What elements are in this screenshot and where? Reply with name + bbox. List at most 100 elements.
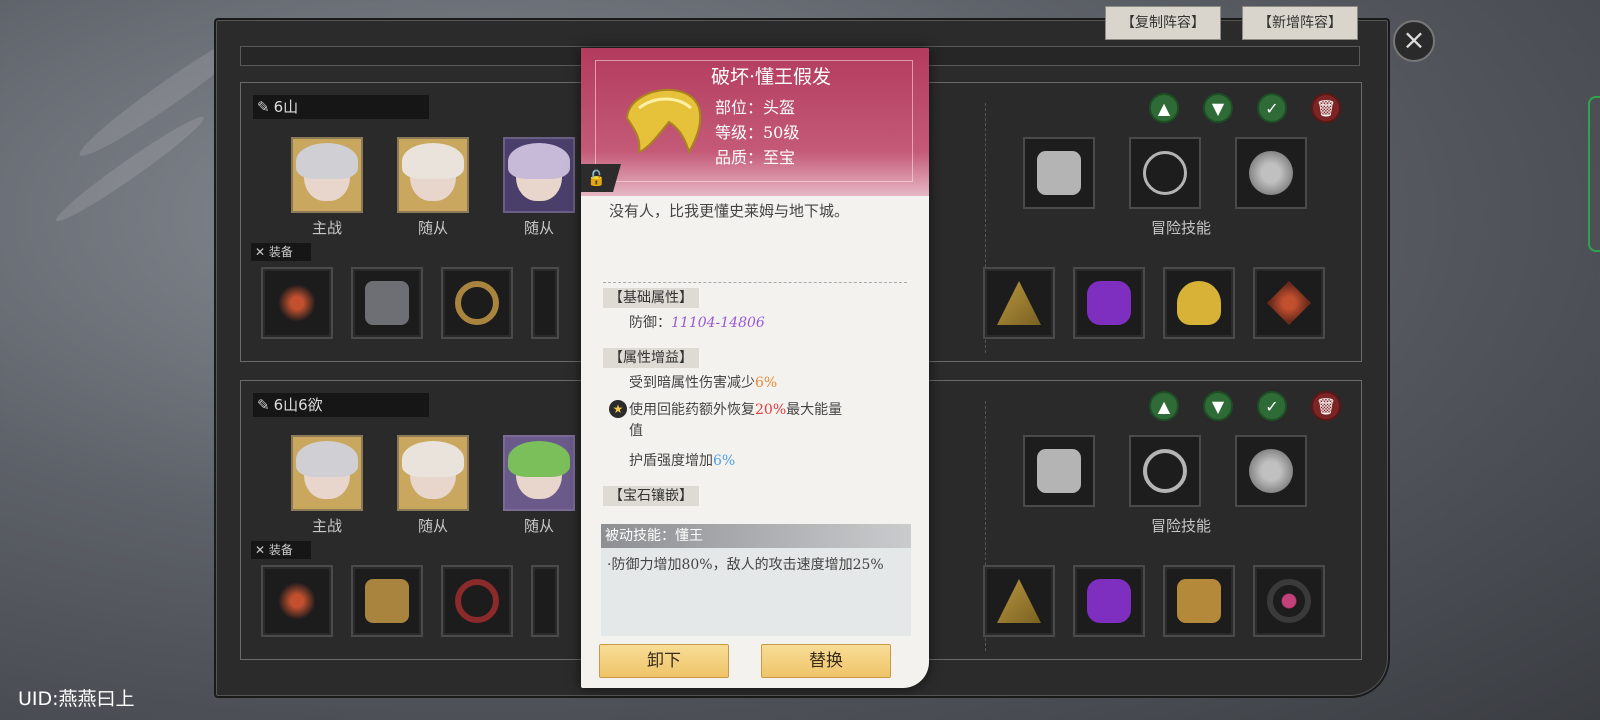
wig-icon bbox=[1177, 281, 1221, 325]
adventure-skill-slot[interactable] bbox=[1235, 435, 1307, 507]
confirm-icon[interactable]: ✓ bbox=[1257, 391, 1287, 421]
copy-lineup-button[interactable]: 【复制阵容】 bbox=[1105, 6, 1221, 40]
equipment-slot[interactable] bbox=[261, 565, 333, 637]
team-name-field[interactable]: ✎ 6山 bbox=[253, 95, 429, 119]
ring-icon bbox=[455, 579, 499, 623]
character-slot-main[interactable] bbox=[291, 435, 363, 511]
character-slot-follower[interactable] bbox=[397, 137, 469, 213]
adventure-skill-slot[interactable] bbox=[1129, 137, 1201, 209]
move-down-icon[interactable]: ▼ bbox=[1203, 391, 1233, 421]
equipment-slot[interactable] bbox=[261, 267, 333, 339]
character-portrait bbox=[402, 143, 464, 201]
passive-skill-box: 被动技能：懂王 ·防御力增加80%，敌人的攻击速度增加25% bbox=[601, 524, 911, 636]
bonus-line: 使用回能药额外恢复20%最大能量 bbox=[629, 399, 899, 419]
equipment-slot[interactable] bbox=[531, 267, 559, 339]
weapon-icon bbox=[275, 579, 319, 623]
team-name-field[interactable]: ✎ 6山6欲 bbox=[253, 393, 429, 417]
equipment-slot[interactable] bbox=[1073, 267, 1145, 339]
adventure-skill-slot[interactable] bbox=[1129, 435, 1201, 507]
equipment-slot[interactable] bbox=[1163, 267, 1235, 339]
character-portrait bbox=[296, 441, 358, 499]
character-role-label: 随从 bbox=[417, 517, 448, 535]
item-slot: 部位：头盔 bbox=[715, 98, 796, 117]
adventure-skill-label: 冒险技能 bbox=[1150, 219, 1211, 237]
bonus-value: 6% bbox=[755, 375, 778, 391]
adventure-skill-slot[interactable] bbox=[1235, 137, 1307, 209]
ring-icon bbox=[455, 281, 499, 325]
equipment-tag: ✕ 装备 bbox=[251, 243, 311, 261]
character-portrait bbox=[402, 441, 464, 499]
equipment-slot[interactable] bbox=[351, 267, 423, 339]
weapon-icon bbox=[275, 281, 319, 325]
item-header: 破坏·懂王假发 部位：头盔 等级：50级 品质：至宝 🔓 bbox=[581, 48, 929, 196]
defense-range: 11104-14806 bbox=[671, 315, 765, 331]
skill-icon bbox=[1143, 151, 1187, 195]
lock-icon[interactable]: 🔓 bbox=[581, 164, 621, 192]
close-icon[interactable]: × bbox=[1393, 20, 1435, 62]
move-down-icon[interactable]: ▼ bbox=[1203, 93, 1233, 123]
wig-icon bbox=[625, 88, 702, 155]
character-slot-follower[interactable] bbox=[503, 137, 575, 213]
move-up-icon[interactable]: ▲ bbox=[1149, 391, 1179, 421]
passive-skill-title: 被动技能：懂王 bbox=[601, 524, 911, 548]
bonus-text: 使用回能药额外恢复 bbox=[629, 402, 755, 418]
character-role-label: 随从 bbox=[417, 219, 448, 237]
bonus-text: 护盾强度增加 bbox=[629, 453, 713, 469]
character-role-label: 随从 bbox=[523, 219, 554, 237]
weapon-icon bbox=[1267, 281, 1311, 325]
team-name: 6山 bbox=[273, 98, 299, 116]
emblem-icon bbox=[997, 281, 1041, 325]
flame-icon bbox=[1249, 151, 1293, 195]
character-portrait bbox=[296, 143, 358, 201]
equipment-slot[interactable] bbox=[351, 565, 423, 637]
equipment-tag-label: 装备 bbox=[268, 543, 293, 557]
user-id-label: UID:燕燕曰上 bbox=[18, 688, 135, 710]
boots-icon bbox=[1177, 579, 1221, 623]
side-panel-edge[interactable] bbox=[1588, 96, 1600, 252]
team-name: 6山6欲 bbox=[273, 396, 323, 414]
character-slot-follower[interactable] bbox=[397, 435, 469, 511]
bonus-value: 20% bbox=[755, 402, 787, 418]
gem-icon bbox=[1087, 579, 1131, 623]
unequip-button[interactable]: 卸下 bbox=[599, 644, 729, 678]
defense-stat: 防御：11104-14806 bbox=[629, 312, 765, 332]
pencil-icon: ✎ bbox=[257, 396, 270, 414]
adventure-skill-slot[interactable] bbox=[1023, 435, 1095, 507]
bonus-line: 护盾强度增加6% bbox=[629, 450, 735, 470]
equipment-slot[interactable] bbox=[531, 565, 559, 637]
delete-icon[interactable]: 🗑 bbox=[1311, 391, 1341, 421]
armor-icon bbox=[365, 579, 409, 623]
item-quality: 品质：至宝 bbox=[715, 148, 796, 167]
equipment-slot[interactable] bbox=[441, 267, 513, 339]
replace-button[interactable]: 替换 bbox=[761, 644, 891, 678]
new-lineup-button[interactable]: 【新增阵容】 bbox=[1242, 6, 1358, 40]
equipment-slot[interactable] bbox=[1073, 565, 1145, 637]
equipment-slot[interactable] bbox=[1253, 267, 1325, 339]
move-up-icon[interactable]: ▲ bbox=[1149, 93, 1179, 123]
item-level: 等级：50级 bbox=[715, 123, 800, 142]
item-detail-popup: 破坏·懂王假发 部位：头盔 等级：50级 品质：至宝 🔓 没有人，比我更懂史莱姆… bbox=[581, 48, 929, 688]
adventure-skill-slot[interactable] bbox=[1023, 137, 1095, 209]
bonus-attributes-heading: 【属性增益】 bbox=[603, 348, 699, 368]
passive-skill-text: ·防御力增加80%，敌人的攻击速度增加25% bbox=[607, 557, 884, 573]
section-divider bbox=[603, 282, 907, 283]
confirm-icon[interactable]: ✓ bbox=[1257, 93, 1287, 123]
ring-icon bbox=[1267, 579, 1311, 623]
equipment-slot[interactable] bbox=[983, 565, 1055, 637]
bonus-value: 6% bbox=[713, 453, 736, 469]
character-slot-follower[interactable] bbox=[503, 435, 575, 511]
equipment-slot[interactable] bbox=[441, 565, 513, 637]
equipment-slot[interactable] bbox=[1163, 565, 1235, 637]
skill-icon bbox=[1037, 449, 1081, 493]
equipment-slot[interactable] bbox=[1253, 565, 1325, 637]
bonus-text: 受到暗属性伤害减少 bbox=[629, 375, 755, 391]
delete-icon[interactable]: 🗑 bbox=[1311, 93, 1341, 123]
gem-icon bbox=[1087, 281, 1131, 325]
bonus-text: 最大能量 bbox=[786, 402, 843, 418]
character-slot-main[interactable] bbox=[291, 137, 363, 213]
pencil-icon: ✎ bbox=[257, 98, 270, 116]
character-role-label: 主战 bbox=[311, 517, 342, 535]
star-icon: ★ bbox=[609, 400, 627, 418]
equipment-slot[interactable] bbox=[983, 267, 1055, 339]
character-role-label: 主战 bbox=[311, 219, 342, 237]
